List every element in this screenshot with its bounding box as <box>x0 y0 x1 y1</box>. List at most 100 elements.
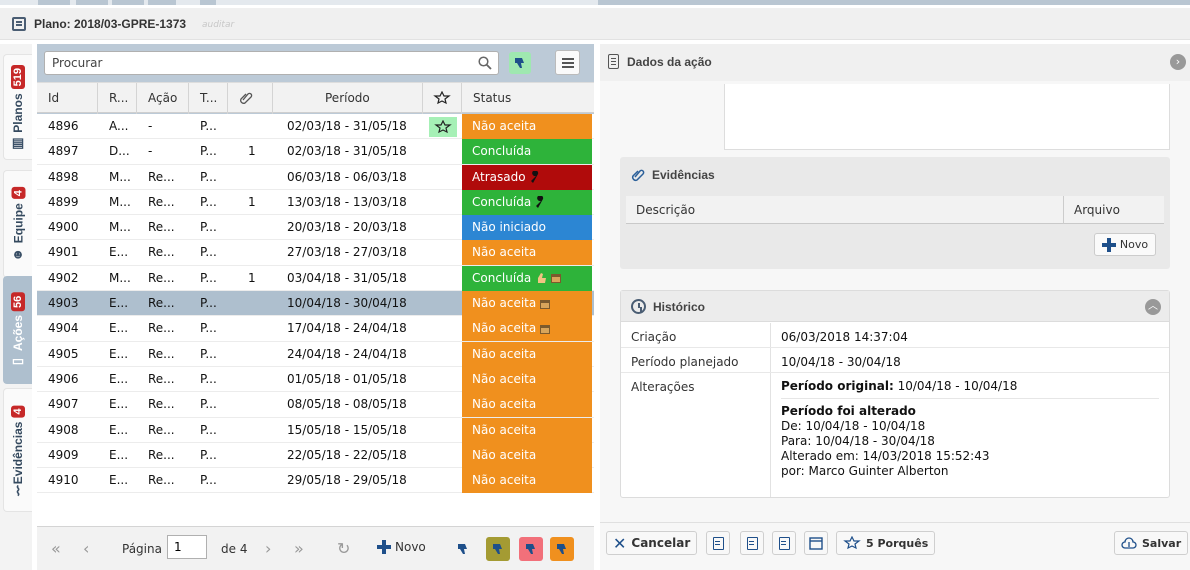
col-star[interactable] <box>423 83 462 114</box>
cell-periodo: 06/03/18 - 06/03/18 <box>287 169 407 184</box>
description-textarea[interactable] <box>724 84 1170 150</box>
first-page-icon[interactable]: « <box>51 539 61 558</box>
cell-t: P... <box>200 119 217 133</box>
table-row[interactable]: 4898 M... Re... P... 06/03/18 - 06/03/18 Atra… <box>37 164 594 190</box>
cell-star[interactable] <box>423 114 462 139</box>
prev-page-icon[interactable]: ‹ <box>83 539 89 558</box>
cancel-button[interactable]: ✕ Cancelar <box>606 531 698 555</box>
equipe-badge: 4 <box>11 187 25 200</box>
action-details-panel: Dados da ação › Evidências Descrição Arq… <box>600 44 1190 570</box>
cell-r: E... <box>109 346 129 361</box>
clock-icon <box>631 299 646 314</box>
thumbs-down-filter-button[interactable] <box>509 52 531 74</box>
wrench-icon <box>536 196 544 209</box>
cell-periodo: 24/04/18 - 24/04/18 <box>287 346 407 361</box>
cell-acao: Re... <box>148 447 175 462</box>
menu-button[interactable] <box>555 50 580 75</box>
col-acao[interactable]: Ação <box>137 83 189 114</box>
col-id[interactable]: Id <box>37 83 98 114</box>
cell-acao: Re... <box>148 321 175 336</box>
cell-acao: Re... <box>148 296 175 311</box>
col-periodo[interactable]: Período <box>273 83 423 114</box>
last-page-icon[interactable]: » <box>294 539 304 558</box>
col-attachments[interactable] <box>228 83 273 114</box>
cell-id: 4900 <box>48 220 79 235</box>
cell-t: P... <box>200 346 217 361</box>
table-row[interactable]: 4900 M... Re... P... 20/03/18 - 20/03/18 Não … <box>37 215 594 241</box>
table-row[interactable]: 4906 E... Re... P... 01/05/18 - 01/05/18 Não … <box>37 366 594 393</box>
evidencias-badge: 4 <box>11 405 25 418</box>
table-row[interactable]: 4902 M... Re... P... 1 03/04/18 - 31/05/18 Con… <box>37 265 594 292</box>
cell-periodo: 15/05/18 - 15/05/18 <box>287 422 407 437</box>
new-action-button[interactable]: Novo <box>377 540 426 554</box>
search-icon[interactable] <box>478 56 492 70</box>
evidences-table-header: Descrição Arquivo <box>626 196 1164 224</box>
cell-r: M... <box>109 194 131 209</box>
five-whys-button[interactable]: 5 Porquês <box>836 531 936 555</box>
filter-thumbs-blue-button[interactable] <box>451 537 475 561</box>
cell-attachments <box>228 367 273 392</box>
sidebar-tab-evidencias[interactable]: ⌇ Evidências 4 <box>3 388 32 512</box>
cell-acao: Re... <box>148 220 175 235</box>
filter-thumbs-pink-button[interactable] <box>519 537 543 561</box>
sidebar-tab-planos[interactable]: ▤ Planos 519 <box>3 54 32 160</box>
cell-periodo: 02/03/18 - 31/05/18 <box>287 144 407 159</box>
star-badge-icon <box>433 119 452 133</box>
table-row[interactable]: 4907 E... Re... P... 08/05/18 - 08/05/18 Não … <box>37 392 594 418</box>
cell-attachments <box>228 240 273 265</box>
status-badge: Não aceita <box>462 291 592 317</box>
table-row[interactable]: 4908 E... Re... P... 15/05/18 - 15/05/18 Não … <box>37 417 594 443</box>
actions-table-body: 4896 A... - P... 02/03/18 - 31/05/18 Não acei… <box>37 114 594 526</box>
table-row[interactable]: 4910 E... Re... P... 29/05/18 - 29/05/18 Não … <box>37 468 594 494</box>
app: Plano: 2018/03-GPRE-1373 auditar ▤ Planos… <box>0 0 1190 570</box>
page-input[interactable] <box>167 535 207 559</box>
filter-thumbs-olive-button[interactable] <box>486 537 510 561</box>
details-header: Dados da ação › <box>600 44 1190 81</box>
document-icon <box>712 536 724 550</box>
sidebar-tab-acoes[interactable]: ▭ Ações 56 <box>3 276 32 384</box>
chevron-right-icon[interactable]: › <box>1170 54 1186 70</box>
cell-t: P... <box>200 270 217 285</box>
new-evidence-button[interactable]: Novo <box>1094 233 1156 256</box>
table-row[interactable]: 4896 A... - P... 02/03/18 - 31/05/18 Não acei… <box>37 114 594 140</box>
sidebar-tab-equipe[interactable]: ☻ Equipe 4 <box>3 170 32 278</box>
cell-periodo: 08/05/18 - 08/05/18 <box>287 397 407 412</box>
attach-document-button[interactable] <box>740 531 764 555</box>
cell-t: P... <box>200 169 217 184</box>
copy-button[interactable] <box>772 531 796 555</box>
table-row[interactable]: 4897 D... - P... 1 02/03/18 - 31/05/18 Concluí… <box>37 139 594 165</box>
cell-star <box>423 342 462 367</box>
table-row[interactable]: 4905 E... Re... P... 24/04/18 - 24/04/18 Não … <box>37 341 594 367</box>
table-row[interactable]: 4909 E... Re... P... 22/05/18 - 22/05/18 Não … <box>37 442 594 469</box>
refresh-icon[interactable]: ↻ <box>337 539 350 558</box>
cell-r: E... <box>109 422 129 437</box>
save-button[interactable]: Salvar <box>1114 531 1189 555</box>
cell-star <box>423 165 462 190</box>
cell-id: 4901 <box>48 245 79 260</box>
table-row[interactable]: 4899 M... Re... P... 1 13/03/18 - 13/03/18 Con… <box>37 189 594 216</box>
thumbs-down-icon <box>493 544 502 554</box>
cell-id: 4899 <box>48 194 79 209</box>
filter-thumbs-orange-button[interactable] <box>550 537 574 561</box>
search-input[interactable] <box>45 52 465 74</box>
table-row[interactable]: 4904 E... Re... P... 17/04/18 - 24/04/18 Não … <box>37 316 594 342</box>
cell-r: M... <box>109 270 131 285</box>
evidences-title: Evidências <box>652 168 715 182</box>
cell-t: P... <box>200 194 217 209</box>
next-page-icon[interactable]: › <box>265 539 271 558</box>
document-button[interactable] <box>706 531 730 555</box>
cell-t: P... <box>200 397 217 412</box>
actions-icon: ▭ <box>11 353 25 369</box>
calendar-button[interactable] <box>804 531 828 555</box>
cell-acao: Re... <box>148 473 175 488</box>
col-r[interactable]: R... <box>98 83 137 114</box>
cell-attachments <box>228 215 273 240</box>
table-row[interactable]: 4903 E... Re... P... 10/04/18 - 30/04/18 Não … <box>37 291 594 317</box>
status-badge: Não aceita <box>462 442 592 468</box>
chevron-up-icon[interactable]: ︿ <box>1145 299 1161 315</box>
table-row[interactable]: 4901 E... Re... P... 27/03/18 - 27/03/18 Não … <box>37 240 594 266</box>
col-status[interactable]: Status <box>462 83 594 114</box>
col-t[interactable]: T... <box>189 83 228 114</box>
copy-icon <box>778 536 790 550</box>
cell-r: D... <box>109 144 130 159</box>
